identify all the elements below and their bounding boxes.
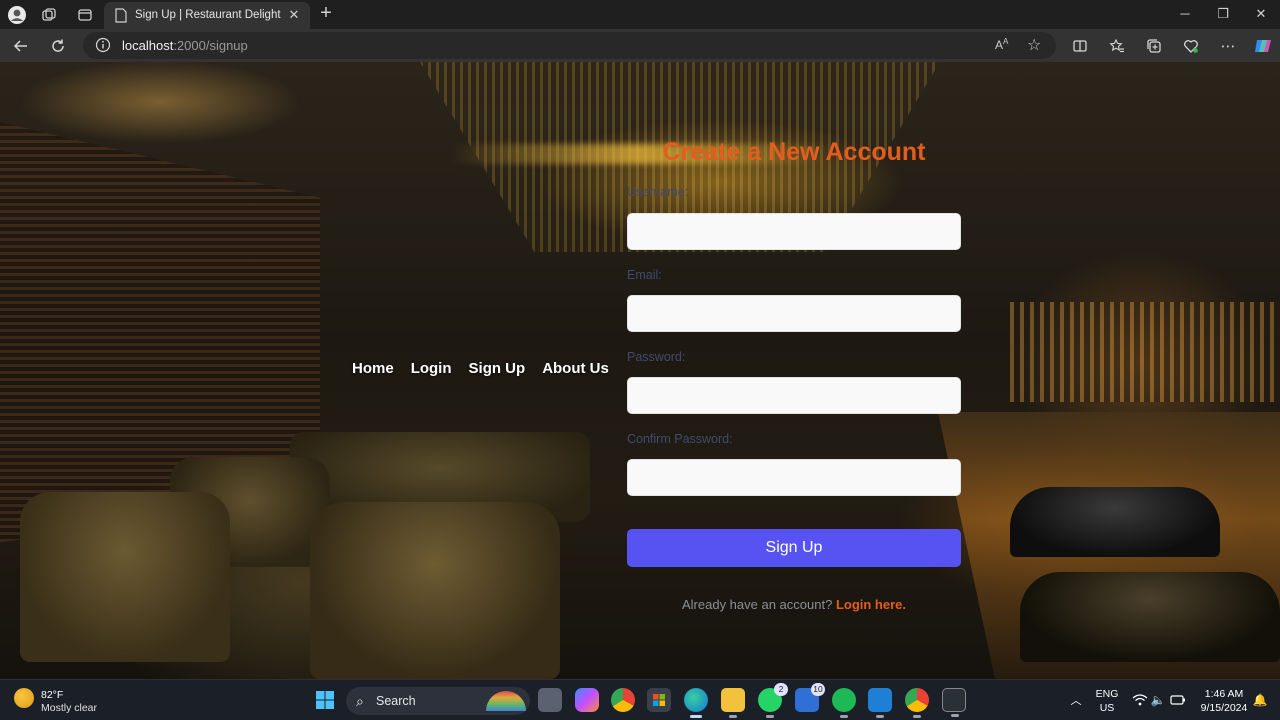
site-nav: Home Login Sign Up About Us [352, 360, 609, 380]
background-bar-stool [1010, 487, 1220, 557]
password-input[interactable] [627, 377, 961, 414]
nav-link-home[interactable]: Home [352, 360, 394, 380]
profile-avatar-icon[interactable] [6, 4, 28, 26]
password-label: Password: [627, 350, 686, 364]
file-explorer-icon[interactable] [721, 688, 745, 718]
copilot-icon[interactable] [1251, 34, 1275, 58]
collections-icon[interactable] [1142, 34, 1166, 58]
spotify-icon[interactable] [832, 688, 856, 718]
close-window-icon[interactable]: ✕ [1248, 4, 1274, 24]
microsoft-store-icon[interactable] [647, 688, 671, 712]
whatsapp-badge: 2 [774, 683, 788, 696]
url-host: localhost [122, 38, 174, 53]
weather-description[interactable]: Mostly clear [41, 702, 97, 714]
confirm-password-input[interactable] [627, 459, 961, 496]
url-path: :2000/signup [173, 38, 248, 53]
weather-moon-icon[interactable] [14, 688, 34, 708]
read-aloud-icon[interactable]: AA [995, 37, 1008, 52]
background-armchair [310, 502, 560, 679]
email-label: Email: [627, 268, 662, 282]
login-here-link[interactable]: Login here. [836, 597, 906, 612]
search-label: Search [376, 694, 416, 708]
notification-bell-icon[interactable]: 🔔 [1248, 688, 1272, 712]
confirm-password-label: Confirm Password: [627, 432, 733, 446]
clock-date[interactable]: 9/15/2024 [1194, 702, 1254, 714]
new-tab-icon[interactable]: + [316, 3, 336, 24]
nav-link-about[interactable]: About Us [542, 360, 609, 380]
workspaces-icon[interactable] [38, 4, 60, 26]
copilot-app-icon[interactable] [575, 688, 599, 712]
favorite-star-icon[interactable]: ☆ [1027, 35, 1041, 55]
page-viewport: Home Login Sign Up About Us Create a New… [0, 62, 1280, 679]
chrome-icon[interactable] [611, 688, 635, 712]
vscode-icon[interactable] [868, 688, 892, 718]
terminal-icon[interactable] [942, 688, 966, 717]
background-bar-stool [1020, 572, 1280, 662]
site-info-icon[interactable] [95, 37, 111, 53]
language-bottom[interactable]: US [1092, 702, 1122, 714]
email-input[interactable] [627, 295, 961, 332]
weather-temperature[interactable]: 82°F [41, 689, 63, 701]
address-bar[interactable]: localhost:2000/signup AA ☆ [83, 32, 1056, 59]
whatsapp-icon[interactable]: 2 [758, 683, 788, 718]
battery-icon[interactable] [1166, 688, 1190, 712]
start-windows-icon[interactable] [313, 688, 337, 712]
taskbar-search[interactable]: ⌕ Search [346, 687, 530, 715]
teams-icon[interactable]: 10 [795, 683, 825, 712]
username-input[interactable] [627, 213, 961, 250]
teams-badge: 10 [811, 683, 825, 696]
maximize-icon[interactable]: ❐ [1210, 4, 1236, 24]
minimize-icon[interactable]: ─ [1172, 4, 1198, 24]
form-title: Create a New Account [662, 138, 926, 166]
browser-essentials-icon[interactable] [1179, 34, 1203, 58]
url-text: localhost:2000/signup [122, 38, 248, 53]
task-view-icon[interactable] [538, 688, 562, 712]
chrome-profile-icon[interactable] [905, 688, 929, 718]
browser-toolbar: localhost:2000/signup AA ☆ ⋯ [0, 29, 1280, 62]
clock-time[interactable]: 1:46 AM [1194, 688, 1254, 700]
tray-chevron-up-icon[interactable]: ︿ [1064, 688, 1088, 712]
browser-tab-strip: Sign Up | Restaurant Delight ✕ + ─ ❐ ✕ [0, 0, 1280, 29]
nav-link-login[interactable]: Login [411, 360, 452, 380]
tab-active[interactable]: Sign Up | Restaurant Delight ✕ [104, 2, 310, 29]
windows-taskbar: 82°F Mostly clear ⌕ Search 2 10 ︿ ENG US… [0, 679, 1280, 720]
back-icon[interactable] [9, 34, 33, 58]
login-prompt-text: Already have an account? [681, 597, 833, 612]
edge-browser-icon[interactable] [684, 688, 708, 718]
background-armchair [20, 492, 230, 662]
split-screen-icon[interactable] [1068, 34, 1092, 58]
favorites-icon[interactable] [1105, 34, 1129, 58]
background-bottle-shelf [1010, 302, 1280, 402]
language-top[interactable]: ENG [1092, 688, 1122, 700]
refresh-icon[interactable] [46, 34, 70, 58]
tab-close-icon[interactable]: ✕ [286, 7, 302, 23]
tab-actions-icon[interactable] [74, 4, 96, 26]
search-highlight-icon [486, 691, 526, 711]
login-prompt: Already have an account? Login here. [627, 597, 961, 612]
settings-more-icon[interactable]: ⋯ [1216, 34, 1240, 58]
tab-title: Sign Up | Restaurant Delight [135, 9, 281, 21]
signup-submit-button[interactable]: Sign Up [627, 529, 961, 567]
search-icon: ⌕ [356, 693, 364, 709]
page-favicon-icon [114, 8, 128, 23]
username-label: Username: [627, 185, 689, 199]
nav-link-signup[interactable]: Sign Up [469, 360, 526, 380]
